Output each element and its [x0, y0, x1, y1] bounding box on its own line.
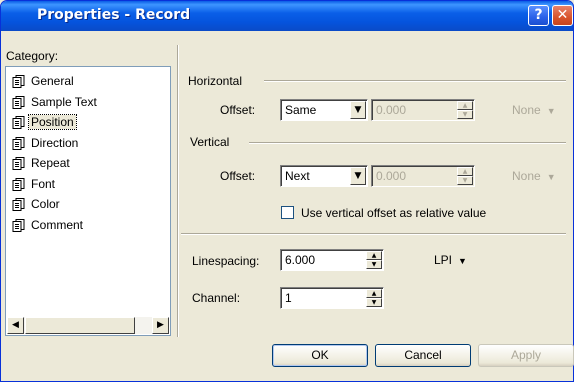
category-item-label: Sample Text [31, 94, 97, 109]
spin-down-icon[interactable]: ▼ [366, 298, 382, 307]
category-horizontal-scrollbar[interactable]: ◀ ▶ [7, 317, 169, 334]
category-item-color[interactable]: Color [12, 196, 162, 214]
vertical-offset-label: Offset: [220, 169, 256, 183]
dropdown-arrow-icon[interactable]: ▼ [350, 167, 366, 185]
category-item-label: Direction [31, 135, 79, 150]
document-icon [12, 218, 25, 232]
spin-down-icon[interactable]: ▼ [366, 260, 382, 269]
category-label: Category: [6, 49, 59, 63]
title-bar[interactable]: Properties - Record ? ✕ [1, 1, 573, 31]
linespacing-spinner[interactable]: 6.000 ▲ ▼ [280, 249, 384, 271]
spin-down-icon[interactable]: ▼ [457, 110, 473, 119]
category-item-comment[interactable]: Comment [12, 217, 162, 235]
scroll-right-arrow-icon[interactable]: ▶ [152, 317, 169, 334]
spin-up-icon[interactable]: ▲ [366, 251, 382, 260]
vertical-unit-label: None [512, 169, 541, 183]
category-item-general[interactable]: General [12, 73, 162, 91]
horizontal-divider [264, 80, 566, 82]
document-icon [12, 198, 25, 211]
caret-down-icon: ▼ [458, 256, 467, 266]
document-icon [12, 157, 25, 170]
dropdown-arrow-icon[interactable]: ▼ [350, 101, 366, 119]
spin-up-icon[interactable]: ▲ [366, 289, 382, 298]
horizontal-amount-value: 0.000 [376, 103, 407, 117]
window-title: Properties - Record [37, 7, 191, 23]
relative-offset-label[interactable]: Use vertical offset as relative value [301, 206, 486, 220]
linespacing-value: 6.000 [285, 253, 316, 267]
vertical-divider [249, 142, 566, 144]
category-list[interactable]: General Sample Text Position Direction Repea… [5, 66, 171, 336]
vertical-amount-value: 0.000 [376, 169, 407, 183]
relative-offset-checkbox[interactable] [281, 206, 294, 219]
document-icon [12, 95, 25, 109]
vertical-heading: Vertical [190, 135, 230, 149]
spin-up-icon[interactable]: ▲ [457, 167, 473, 176]
spin-up-icon[interactable]: ▲ [457, 101, 473, 110]
category-item-direction[interactable]: Direction [12, 135, 162, 153]
linespacing-unit-label: LPI [434, 253, 453, 267]
ok-button[interactable]: OK [272, 344, 368, 367]
apply-button[interactable]: Apply [478, 344, 574, 367]
horizontal-offset-select[interactable]: Same ▼ [280, 99, 368, 121]
category-item-font[interactable]: Font [12, 176, 162, 194]
horizontal-offset-value: Same [285, 103, 317, 117]
help-button[interactable]: ? [528, 5, 549, 26]
horizontal-heading: Horizontal [188, 74, 243, 88]
horizontal-offset-label: Offset: [220, 103, 256, 117]
horizontal-unit-dropdown[interactable]: None ▼ [512, 103, 556, 117]
linespacing-unit-dropdown[interactable]: LPI ▼ [434, 253, 467, 267]
caret-down-icon: ▼ [546, 172, 556, 182]
category-item-label: Comment [31, 217, 84, 232]
vertical-amount-spinner[interactable]: 0.000 ▲ ▼ [371, 165, 475, 187]
spin-down-icon[interactable]: ▼ [457, 176, 473, 185]
section-divider [181, 233, 566, 235]
document-icon [12, 75, 25, 88]
channel-spinner[interactable]: 1 ▲ ▼ [280, 287, 384, 309]
category-item-position[interactable]: Position [12, 114, 162, 132]
vertical-unit-dropdown[interactable]: None ▼ [512, 169, 556, 183]
vertical-offset-value: Next [285, 169, 310, 183]
document-icon [12, 136, 25, 150]
category-item-sample-text[interactable]: Sample Text [12, 94, 162, 112]
channel-value: 1 [285, 291, 292, 305]
category-item-repeat[interactable]: Repeat [12, 155, 162, 173]
scrollbar-thumb[interactable] [25, 317, 135, 334]
horizontal-unit-label: None [512, 103, 541, 117]
scroll-left-arrow-icon[interactable]: ◀ [7, 317, 24, 334]
vertical-offset-select[interactable]: Next ▼ [280, 165, 368, 187]
category-item-label: Font [31, 176, 56, 191]
horizontal-amount-spinner[interactable]: 0.000 ▲ ▼ [371, 99, 475, 121]
channel-label: Channel: [192, 291, 241, 305]
caret-down-icon: ▼ [546, 106, 556, 116]
document-icon [12, 116, 25, 129]
cancel-button[interactable]: Cancel [375, 344, 471, 367]
linespacing-label: Linespacing: [192, 254, 260, 268]
category-item-label: Color [31, 197, 60, 211]
category-item-label: Position [28, 114, 77, 130]
properties-dialog: Properties - Record ? ✕ Category: Genera… [0, 0, 574, 382]
panel-separator [177, 45, 179, 337]
document-icon [12, 177, 25, 191]
close-button[interactable]: ✕ [552, 5, 573, 26]
category-item-label: Repeat [31, 156, 70, 170]
category-item-label: General [31, 74, 74, 88]
